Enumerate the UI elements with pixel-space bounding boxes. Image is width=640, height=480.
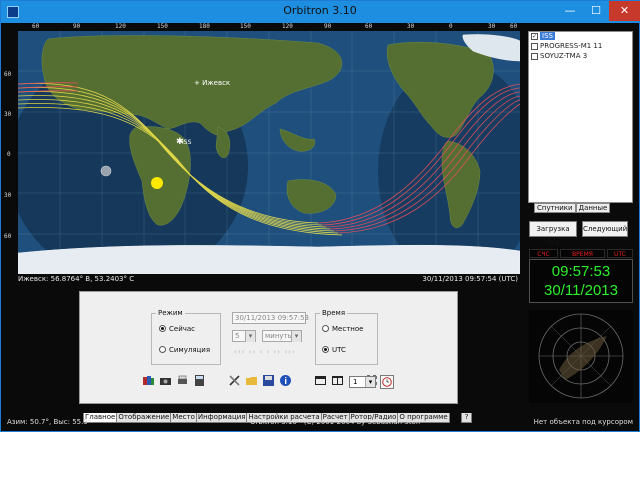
time-group-label: Время <box>320 309 348 317</box>
satellite-item[interactable]: SOYUZ-TMA 3 <box>529 52 632 62</box>
lon-tick: 90 <box>73 23 81 30</box>
main-tabs: Главное Отображение Место Информация Настрой… <box>83 404 473 423</box>
status-copyright: Orbitron 3.10 - (C) 2001-2004 by Sebasti… <box>250 418 421 426</box>
app-window: Orbitron 3.10 — ☐ ✕ 60 90 120 150 180 15… <box>0 0 640 432</box>
cursor-coordinates: Ижевск: 56.8764° В, 53.2403° С <box>18 275 135 283</box>
status-azimuth: Азим: 50.7°, Выс: 55.9° <box>7 418 92 426</box>
next-button[interactable]: Следующий <box>582 221 628 237</box>
world-map[interactable]: + Ижевск ✱ ISS <box>18 31 520 274</box>
lon-tick: 90 <box>324 23 332 30</box>
satellite-tabs: Спутники Данные <box>534 203 611 213</box>
tab-satellites[interactable]: Спутники <box>534 203 576 213</box>
svg-text:ISS: ISS <box>182 139 192 146</box>
camera-icon[interactable] <box>159 374 172 387</box>
tools-icon[interactable] <box>228 374 241 387</box>
lon-tick: 120 <box>282 23 293 30</box>
satellite-item[interactable]: PROGRESS-M1 11 <box>529 42 632 52</box>
mode-group: Режим Сейчас Симуляция <box>151 309 221 365</box>
folder-icon[interactable] <box>245 374 258 387</box>
print-icon[interactable] <box>176 374 189 387</box>
longitude-scale: 60 90 120 150 180 150 120 90 60 30 0 30 … <box>18 23 520 31</box>
status-bar: Азим: 50.7°, Выс: 55.9° Orbitron 3.10 - … <box>5 417 635 428</box>
radio-checked-icon <box>322 346 329 353</box>
minimize-button[interactable]: — <box>557 1 583 21</box>
latitude-scale: 60 30 0 30 60 <box>1 31 18 274</box>
city-marker-izhevsk[interactable]: + Ижевск <box>194 79 230 87</box>
lat-tick: 60 <box>4 233 12 240</box>
save-icon[interactable] <box>262 374 275 387</box>
lon-tick: 60 <box>510 23 518 30</box>
lon-tick: 120 <box>115 23 126 30</box>
calculator-icon[interactable] <box>193 374 206 387</box>
lat-tick: 60 <box>4 71 12 78</box>
lon-tick: 0 <box>449 23 453 30</box>
radio-icon <box>159 346 166 353</box>
mode-simulation-label: Симуляция <box>169 346 211 354</box>
lat-tick: 30 <box>4 192 12 199</box>
lon-tick: 60 <box>365 23 373 30</box>
sun-icon <box>151 177 163 189</box>
radio-icon <box>322 325 329 332</box>
satellite-item[interactable]: ✓ ISS <box>529 32 632 42</box>
moon-icon <box>100 165 112 177</box>
satellite-name: ISS <box>540 32 555 40</box>
time-group: Время Местное UTC <box>315 309 378 365</box>
close-button[interactable]: ✕ <box>609 1 640 21</box>
lon-tick: 180 <box>199 23 210 30</box>
mode-group-label: Режим <box>156 309 185 317</box>
tab-data[interactable]: Данные <box>575 203 611 213</box>
mode-now-radio[interactable]: Сейчас <box>159 325 195 333</box>
mode-simulation-radio[interactable]: Симуляция <box>159 346 210 354</box>
clock-time: 09:57:53 <box>551 263 611 280</box>
title-bar[interactable]: Orbitron 3.10 — ☐ ✕ <box>1 1 640 23</box>
status-cursor-object: Нет объекта под курсором <box>533 418 633 426</box>
simulation-step-select[interactable]: 5 <box>232 330 256 342</box>
maximize-button[interactable]: ☐ <box>583 1 609 21</box>
window-b-icon[interactable] <box>331 374 344 387</box>
checkbox-checked-icon[interactable]: ✓ <box>531 33 538 40</box>
time-local-label: Местное <box>332 325 364 333</box>
load-tle-button[interactable]: Загрузка TLE <box>529 221 577 247</box>
window-a-icon[interactable] <box>314 374 327 387</box>
simulation-datetime-field[interactable]: 30/11/2013 09:57:53 <box>232 312 309 324</box>
time-local-radio[interactable]: Местное <box>322 325 363 333</box>
lon-tick: 30 <box>407 23 415 30</box>
satellite-list[interactable]: ✓ ISS PROGRESS-M1 11 SOYUZ-TMA 3 <box>528 31 633 203</box>
clock-display: 09:57:53 30/11/2013 <box>529 259 633 303</box>
info-icon[interactable] <box>279 374 292 387</box>
simulation-unit-select[interactable]: минуты <box>262 330 302 342</box>
map-time: 30/11/2013 09:57:54 (UTC) <box>422 275 518 283</box>
checkbox-icon[interactable] <box>531 43 538 50</box>
lat-tick: 30 <box>4 111 12 118</box>
control-panel: Режим Сейчас Симуляция 30/11/2013 09:57:… <box>79 291 458 404</box>
lon-tick: 150 <box>240 23 251 30</box>
mode-now-label: Сейчас <box>169 325 196 333</box>
window-title: Orbitron 3.10 <box>283 4 357 17</box>
books-icon[interactable] <box>142 374 155 387</box>
lon-tick: 150 <box>157 23 168 30</box>
lon-tick: 60 <box>32 23 40 30</box>
time-utc-radio[interactable]: UTC <box>322 346 346 354</box>
lon-tick: 30 <box>488 23 496 30</box>
timezone-header: СЧС <box>529 249 558 258</box>
speed-select[interactable]: 1 <box>349 376 376 388</box>
lat-tick: 0 <box>7 151 11 158</box>
radar-display <box>529 310 633 403</box>
satellite-marker-iss[interactable]: ✱ ISS <box>176 137 192 147</box>
simulation-nav-arrows[interactable]: ‹‹‹ ‹‹ ‹ › ›› ››› <box>234 348 296 356</box>
satellite-name: SOYUZ-TMA 3 <box>540 52 588 60</box>
clock-date: 30/11/2013 <box>544 282 618 299</box>
clock-icon[interactable] <box>380 375 394 389</box>
utc-header: UTC <box>607 249 633 258</box>
time-header: ВРЕМЯ <box>560 249 605 258</box>
time-utc-label: UTC <box>332 346 346 354</box>
radio-checked-icon <box>159 325 166 332</box>
antarctica <box>18 244 520 274</box>
checkbox-icon[interactable] <box>531 53 538 60</box>
satellite-name: PROGRESS-M1 11 <box>540 42 603 50</box>
